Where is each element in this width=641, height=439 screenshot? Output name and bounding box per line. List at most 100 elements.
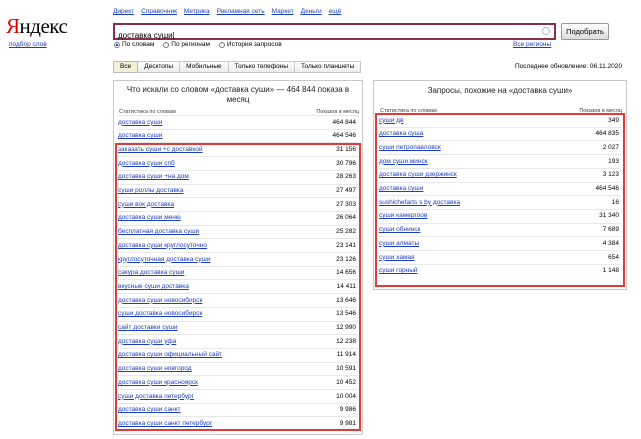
impressions-count: 10 004 xyxy=(336,392,356,400)
top-nav: Директ Справочник Метрика Рекламная сеть… xyxy=(113,8,341,15)
impressions-count: 31 156 xyxy=(336,145,356,153)
query-link[interactable]: доставка суши спб xyxy=(118,160,175,167)
mode-label: По регионам xyxy=(171,41,210,48)
nav-money[interactable]: Деньги xyxy=(301,8,322,15)
table-row: доставка суши уфа 12 238 xyxy=(118,334,358,347)
nav-handbook[interactable]: Справочник xyxy=(141,8,177,15)
impressions-count: 27 303 xyxy=(336,200,356,208)
query-link[interactable]: доставка суши меню xyxy=(118,214,181,221)
table-row: вкусные суши доставка 14 411 xyxy=(118,279,358,292)
query-link[interactable]: сакура доставка суши xyxy=(118,269,184,276)
table-row: бесплатная доставка суши 25 282 xyxy=(118,224,358,238)
query-link[interactable]: вкусные суши доставка xyxy=(118,283,189,290)
impressions-count: 9 981 xyxy=(339,419,356,427)
query-link[interactable]: доставка суши xyxy=(118,119,162,126)
search-mode-group: По словам По регионам История запросов xyxy=(114,41,282,48)
query-link[interactable]: доставка суша xyxy=(379,130,423,137)
tab-desktop[interactable]: Десктопы xyxy=(138,61,181,73)
impressions-count: 30 796 xyxy=(336,159,356,167)
query-link[interactable]: доставка суши уфа xyxy=(118,338,176,345)
search-button[interactable]: Подобрать xyxy=(561,23,609,40)
impressions-count: 464 844 xyxy=(332,118,357,126)
mode-history[interactable]: История запросов xyxy=(218,41,282,48)
query-link[interactable]: доставка суши дзержинск xyxy=(379,171,457,178)
table-row: суши доставка новосибирск 13 546 xyxy=(118,306,358,320)
tab-mobile[interactable]: Мобильные xyxy=(180,61,229,73)
impressions-count: 2 027 xyxy=(602,143,619,151)
clear-icon[interactable] xyxy=(542,27,550,35)
table-row: заказать суши +с доставкой 31 156 xyxy=(118,142,358,155)
mode-by-regions[interactable]: По регионам xyxy=(163,41,210,48)
query-link[interactable]: доставка суши красноярск xyxy=(118,379,198,386)
tab-all[interactable]: Все xyxy=(113,61,139,73)
wordstat-link[interactable]: подбор слов xyxy=(9,41,47,48)
all-regions-link[interactable]: Все регионы xyxy=(513,41,551,48)
query-link[interactable]: суши петропавловск xyxy=(379,144,441,151)
query-link[interactable]: суши доставка петербург xyxy=(118,393,194,400)
impressions-count: 7 689 xyxy=(602,226,619,234)
query-link[interactable]: доставка суши официальный сайт xyxy=(118,351,222,358)
yandex-logo[interactable]: Яндекс xyxy=(6,14,68,39)
nav-metrika[interactable]: Метрика xyxy=(184,8,210,15)
table-row: суши дв 349 xyxy=(379,113,621,126)
query-link[interactable]: доставка суши xyxy=(379,185,423,192)
impressions-count: 10 591 xyxy=(336,365,356,373)
tab-phones[interactable]: Только телефоны xyxy=(228,61,296,73)
impressions-count: 23 126 xyxy=(336,255,356,263)
query-link[interactable]: суши дв xyxy=(379,117,403,124)
last-updated: Последнее обновление: 06.11.2020 xyxy=(515,63,622,70)
nav-direct[interactable]: Директ xyxy=(113,8,134,15)
impressions-count: 14 656 xyxy=(336,269,356,277)
query-link[interactable]: заказать суши +с доставкой xyxy=(118,146,203,153)
impressions-count: 16 xyxy=(611,198,619,206)
impressions-count: 464 546 xyxy=(332,132,357,140)
table-row: суши доставка петербург 10 004 xyxy=(118,389,358,402)
nav-market[interactable]: Маркет xyxy=(272,8,294,15)
query-link[interactable]: суши роллы доставка xyxy=(118,187,184,194)
device-tabs: Все Десктопы Мобильные Только телефоны Т… xyxy=(113,61,362,73)
query-link[interactable]: доставка суши xyxy=(118,132,162,139)
mode-by-words[interactable]: По словам xyxy=(114,41,154,48)
impressions-count: 25 282 xyxy=(336,228,356,236)
impressions-count: 28 263 xyxy=(336,173,356,181)
logo-rest: ндекс xyxy=(19,14,68,38)
query-link[interactable]: сайт доставки суши xyxy=(118,324,178,331)
query-link[interactable]: доставка суши новгород xyxy=(118,365,192,372)
query-link[interactable]: доставка суши новосибирск xyxy=(118,297,202,304)
query-link[interactable]: суши камергоов xyxy=(379,212,427,219)
mode-label: История запросов xyxy=(226,41,282,48)
impressions-count: 12 990 xyxy=(336,324,356,331)
query-link[interactable]: sushichefarts s by доставка xyxy=(379,199,460,206)
table-row: доставка суши красноярск 10 452 xyxy=(118,375,358,388)
impressions-count: 3 123 xyxy=(602,171,619,179)
query-link[interactable]: круглосуточная доставка суши xyxy=(118,256,211,263)
nav-ad-network[interactable]: Рекламная сеть xyxy=(217,8,265,15)
query-link[interactable]: суши алматы xyxy=(379,240,419,247)
table-row: круглосуточная доставка суши 23 126 xyxy=(118,252,358,265)
query-link[interactable]: бесплатная доставка суши xyxy=(118,228,199,235)
query-link[interactable]: суши вок доставка xyxy=(118,201,174,208)
query-link[interactable]: суши хамая xyxy=(379,254,415,261)
impressions-count: 349 xyxy=(608,116,619,124)
table-row: доставка суши 464 546 xyxy=(118,128,358,142)
query-link[interactable]: доставка суши +на дом xyxy=(118,173,189,180)
query-link[interactable]: дом суши минск xyxy=(379,158,428,165)
impressions-count: 9 986 xyxy=(339,406,356,414)
table-row: доставка суши спб 30 796 xyxy=(118,156,358,169)
impressions-count: 464 835 xyxy=(595,130,620,138)
query-link[interactable]: суши горный xyxy=(379,267,418,274)
query-link[interactable]: доставка суши санкт петербург xyxy=(118,420,212,427)
tab-tablets[interactable]: Только планшеты xyxy=(295,61,362,73)
query-link[interactable]: суши обнинск xyxy=(379,226,420,233)
impressions-count: 31 340 xyxy=(599,212,619,220)
table-row: доставка суши 464 546 xyxy=(379,181,621,195)
query-link[interactable]: доставка суши круглосуточно xyxy=(118,242,207,249)
table-row: сакура доставка суши 14 656 xyxy=(118,265,358,279)
query-link[interactable]: доставка суши санкт xyxy=(118,406,181,413)
query-link[interactable]: суши доставка новосибирск xyxy=(118,310,202,317)
table-row: суши вок доставка 27 303 xyxy=(118,197,358,210)
impressions-count: 10 452 xyxy=(336,378,356,386)
nav-more[interactable]: ещё xyxy=(329,8,342,15)
impressions-count: 1 148 xyxy=(602,267,619,275)
impressions-count: 193 xyxy=(608,157,619,165)
